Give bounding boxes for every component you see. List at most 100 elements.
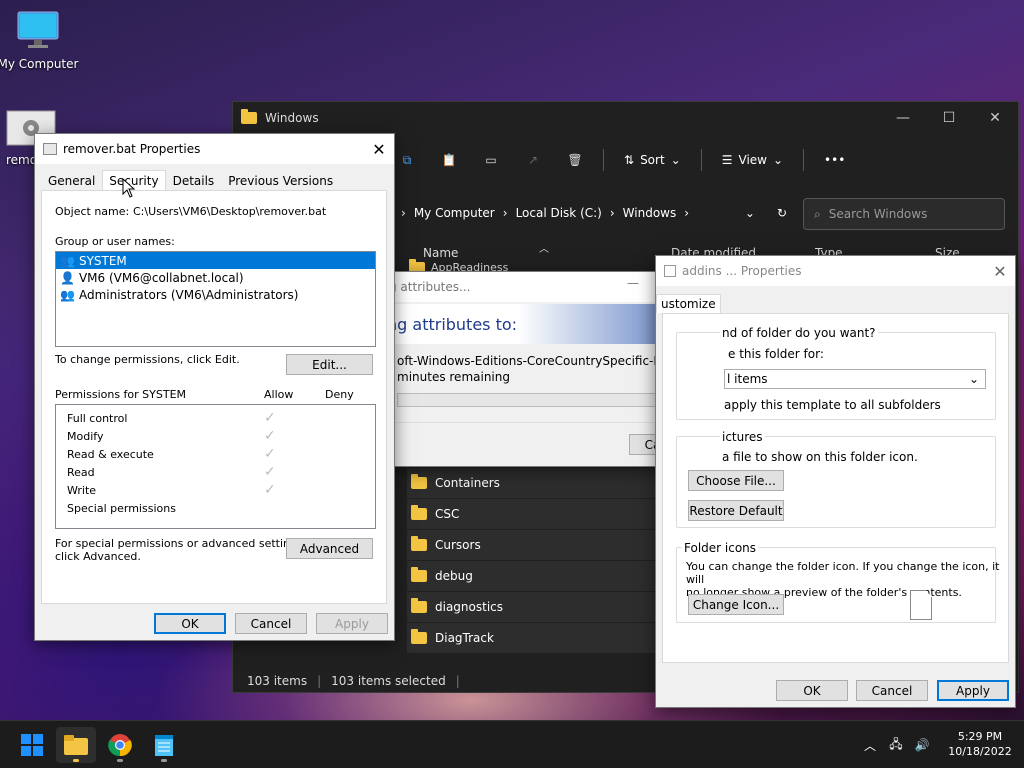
permission-row: Special permissions — [67, 499, 375, 517]
user-name: SYSTEM — [78, 253, 127, 268]
chevron-down-icon[interactable]: ⌄ — [745, 206, 755, 220]
delete-icon[interactable]: 🗑 — [561, 146, 589, 174]
file-explorer-taskbar-button[interactable] — [56, 727, 96, 763]
apply-button[interactable]: Apply — [937, 680, 1009, 701]
folder-icon — [411, 567, 427, 582]
toolbar-divider — [700, 149, 702, 171]
breadcrumb-item[interactable]: My Computer — [414, 206, 495, 220]
list-item[interactable]: Cursors — [407, 530, 657, 561]
list-item[interactable]: Containers — [407, 468, 657, 499]
change-icon-button[interactable]: Change Icon... — [688, 594, 784, 615]
choose-file-button[interactable]: Choose File... — [688, 470, 784, 491]
copy-icon[interactable]: ⧉ — [393, 146, 421, 174]
network-icon[interactable]: 🖧 — [886, 735, 906, 755]
advanced-text-line: For special permissions or advanced sett… — [55, 537, 307, 550]
file-name: CSC — [435, 507, 460, 521]
notepad-taskbar-button[interactable] — [144, 727, 184, 763]
windows-logo-icon — [21, 734, 43, 756]
desktop-icon-label: My Computer — [0, 57, 79, 71]
tab-details[interactable]: Details — [166, 170, 222, 192]
user-icon: 👤 — [60, 270, 75, 285]
start-button[interactable] — [12, 727, 52, 763]
tab-previous-versions[interactable]: Previous Versions — [221, 170, 340, 192]
share-icon[interactable]: ↗ — [519, 146, 547, 174]
column-name-header[interactable]: Name — [423, 246, 458, 260]
list-item[interactable]: 👥 Administrators (VM6\Administrators) — [56, 286, 375, 303]
folder-type-question: nd of folder do you want? — [720, 326, 878, 340]
more-options-button[interactable]: ••• — [818, 153, 851, 167]
toolbar-divider — [803, 149, 805, 171]
edit-button[interactable]: Edit... — [286, 354, 373, 375]
select-value: l items — [727, 372, 768, 386]
refresh-icon[interactable]: ↻ — [777, 206, 787, 220]
notepad-icon — [155, 735, 173, 756]
permission-name: Read & execute — [67, 447, 154, 461]
chrome-icon — [108, 734, 132, 757]
list-item[interactable]: CSC — [407, 499, 657, 530]
running-indicator — [73, 759, 79, 762]
ok-button[interactable]: OK — [776, 680, 848, 701]
list-item[interactable]: DiagTrack — [407, 623, 657, 654]
paste-icon[interactable]: 📋 — [435, 146, 463, 174]
breadcrumb-item[interactable]: Windows — [623, 206, 677, 220]
breadcrumb-item[interactable]: Local Disk (C:) — [516, 206, 602, 220]
cancel-button[interactable]: Cancel — [235, 613, 307, 634]
progress-time-remaining: minutes remaining — [397, 370, 510, 384]
users-listbox[interactable]: 👥 SYSTEM 👤 VM6 (VM6@collabnet.local) 👥 Admi… — [55, 251, 376, 347]
tab-general[interactable]: General — [41, 170, 102, 192]
dialog-title: remover.bat Properties — [63, 142, 201, 156]
view-icon: ☰ — [721, 153, 733, 167]
advanced-button[interactable]: Advanced — [286, 538, 373, 559]
tab-customize[interactable]: ustomize — [656, 294, 721, 313]
breadcrumb[interactable]: › My Computer › Local Disk (C:) › Window… — [393, 198, 791, 228]
folder-icon — [411, 536, 427, 551]
restore-default-button[interactable]: Restore Default — [688, 500, 784, 521]
document-icon — [910, 590, 932, 620]
list-item[interactable]: diagnostics — [407, 592, 657, 623]
optimize-label: e this folder for: — [728, 347, 824, 361]
deny-header: Deny — [325, 388, 354, 401]
close-button[interactable]: ✕ — [985, 256, 1015, 286]
permissions-list: Full control ✓ Modify ✓ Read & execute ✓ Re… — [55, 404, 376, 529]
list-item[interactable]: 👥 SYSTEM — [56, 252, 375, 269]
permission-name: Write — [67, 483, 97, 497]
addins-properties-dialog: addins ... Properties ✕ ustomize nd of f… — [655, 255, 1016, 708]
permission-name: Modify — [67, 429, 104, 443]
search-placeholder: Search Windows — [828, 207, 928, 221]
folder-type-select[interactable]: l items ⌄ — [724, 369, 986, 389]
minimize-button[interactable]: — — [627, 276, 639, 290]
rename-icon[interactable]: ▭ — [477, 146, 505, 174]
monitor-icon — [0, 10, 80, 53]
close-button[interactable]: ✕ — [972, 102, 1018, 133]
group-names-label: Group or user names: — [55, 235, 175, 248]
search-icon: ⌕ — [814, 206, 821, 221]
maximize-button[interactable]: ☐ — [926, 102, 972, 133]
close-button[interactable]: ✕ — [364, 134, 394, 164]
folder-icon — [241, 108, 257, 124]
clock[interactable]: 5:29 PM 10/18/2022 — [940, 729, 1020, 759]
permission-name: Full control — [67, 411, 128, 425]
users-group-icon: 👥 — [60, 253, 75, 268]
file-name: Cursors — [435, 538, 481, 552]
view-button[interactable]: ☰ View ⌄ — [716, 153, 789, 167]
cancel-button[interactable]: Cancel — [856, 680, 928, 701]
folder-icons-legend: Folder icons — [682, 541, 759, 555]
remover-properties-dialog: remover.bat Properties ✕ General Securit… — [34, 133, 395, 641]
volume-icon[interactable]: 🔊 — [912, 735, 932, 755]
chevron-up-icon[interactable]: ︿ — [860, 735, 880, 755]
file-name: debug — [435, 569, 473, 583]
desktop-icon-my-computer[interactable]: My Computer — [0, 10, 80, 71]
chrome-taskbar-button[interactable] — [100, 727, 140, 763]
list-item[interactable]: debug — [407, 561, 657, 592]
list-item[interactable]: 👤 VM6 (VM6@collabnet.local) — [56, 269, 375, 286]
subfolders-checkbox-label[interactable]: apply this template to all subfolders — [724, 398, 941, 412]
sort-button[interactable]: ⇅ Sort ⌄ — [618, 153, 687, 167]
dialog-title: g attributes... — [389, 280, 471, 294]
ok-button[interactable]: OK — [154, 613, 226, 634]
chevron-right-icon: › — [502, 206, 508, 220]
permission-row: Write ✓ — [67, 481, 375, 499]
search-input[interactable]: ⌕ Search Windows — [803, 198, 1005, 230]
minimize-button[interactable]: — — [880, 102, 926, 133]
toolbar-divider — [603, 149, 604, 171]
selected-count: 103 items selected — [331, 674, 446, 688]
